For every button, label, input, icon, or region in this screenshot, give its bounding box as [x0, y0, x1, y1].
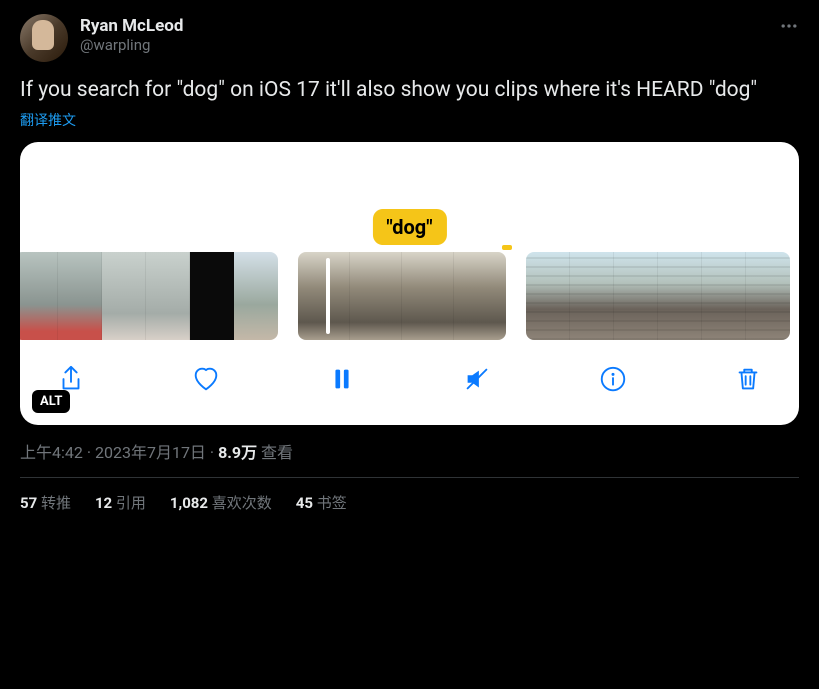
alt-badge[interactable]: ALT	[32, 390, 70, 413]
clip-frame	[190, 252, 234, 340]
tweet-meta: 上午4:42 · 2023年7月17日 · 8.9万 查看	[20, 439, 799, 463]
pause-button[interactable]	[321, 358, 363, 403]
info-icon	[598, 364, 628, 394]
media-search-area: "dog"	[20, 142, 799, 250]
user-handle[interactable]: @warpling	[80, 36, 183, 54]
tweet-time[interactable]: 上午4:42	[20, 443, 83, 462]
trash-icon	[733, 364, 763, 394]
clip-frame	[350, 252, 402, 340]
clip-frame	[146, 252, 190, 340]
tweet-text: If you search for "dog" on iOS 17 it'll …	[20, 76, 799, 104]
clip-group[interactable]	[298, 252, 506, 340]
more-button[interactable]	[779, 16, 799, 40]
clip-frame	[102, 252, 146, 340]
clip-frame	[658, 252, 702, 340]
likes-stat[interactable]: 1,082 喜欢次数	[170, 492, 272, 513]
display-name[interactable]: Ryan McLeod	[80, 16, 183, 36]
tweet-stats: 57 转推 12 引用 1,082 喜欢次数 45 书签	[20, 492, 799, 513]
clip-frame	[454, 252, 506, 340]
info-button[interactable]	[592, 358, 634, 403]
clip-frame	[746, 252, 790, 340]
clip-group[interactable]	[20, 252, 278, 340]
playhead-marker	[502, 245, 512, 250]
user-names: Ryan McLeod @warpling	[80, 14, 183, 54]
clip-frame	[702, 252, 746, 340]
clip-group[interactable]	[526, 252, 790, 340]
translate-link[interactable]: 翻译推文	[20, 110, 76, 130]
mute-button[interactable]	[456, 358, 498, 403]
video-timeline[interactable]	[20, 250, 799, 342]
tweet-container: Ryan McLeod @warpling If you search for …	[0, 0, 819, 523]
view-count: 8.9万	[218, 443, 257, 462]
clip-frame	[614, 252, 658, 340]
clip-frame	[20, 252, 58, 340]
search-term-pill: "dog"	[372, 209, 446, 245]
bookmarks-stat[interactable]: 45 书签	[296, 492, 347, 513]
media-toolbar	[20, 342, 799, 425]
delete-button[interactable]	[727, 358, 769, 403]
clip-frame	[402, 252, 454, 340]
avatar[interactable]	[20, 14, 68, 62]
media-card[interactable]: "dog"	[20, 142, 799, 425]
mute-icon	[462, 364, 492, 394]
heart-icon	[191, 364, 221, 394]
more-icon	[779, 16, 799, 36]
favorite-button[interactable]	[185, 358, 227, 403]
pause-icon	[327, 364, 357, 394]
tweet-date[interactable]: 2023年7月17日	[95, 443, 206, 462]
clip-frame	[58, 252, 102, 340]
clip-frame	[570, 252, 614, 340]
clip-frame	[298, 252, 350, 340]
tweet-header: Ryan McLeod @warpling	[20, 14, 799, 62]
clip-frame	[526, 252, 570, 340]
quotes-stat[interactable]: 12 引用	[95, 492, 146, 513]
divider	[20, 477, 799, 478]
clip-frame	[234, 252, 278, 340]
retweets-stat[interactable]: 57 转推	[20, 492, 71, 513]
view-label: 查看	[257, 443, 293, 462]
